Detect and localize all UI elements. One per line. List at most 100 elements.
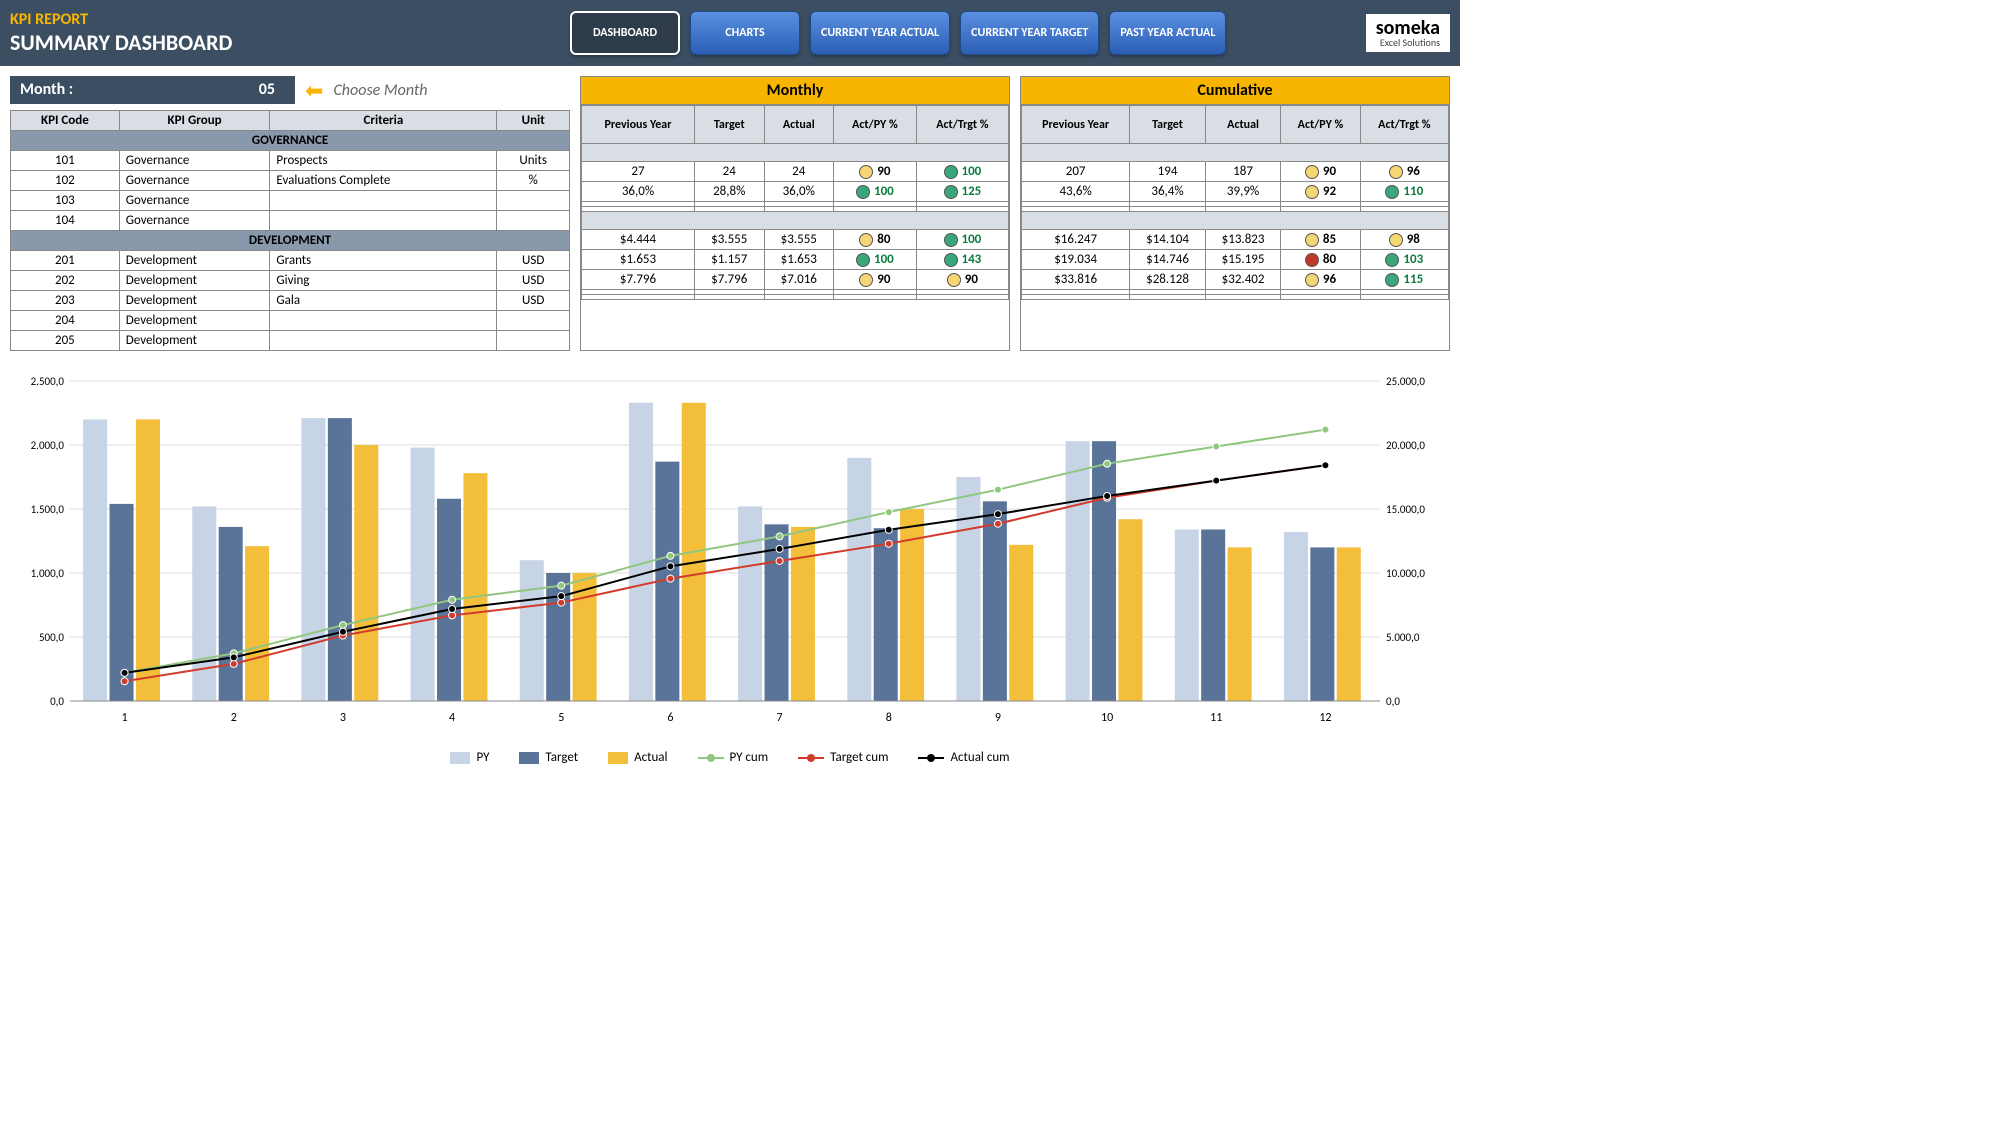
status-dot: [944, 233, 958, 247]
status-dot: [856, 185, 870, 199]
month-label: Month :: [10, 76, 239, 104]
nav-py-actual[interactable]: PAST YEAR ACTUAL: [1109, 11, 1226, 55]
nav-cy-target[interactable]: CURRENT YEAR TARGET: [960, 11, 1099, 55]
svg-text:7: 7: [777, 711, 783, 725]
monthly-title: Monthly: [581, 77, 1009, 105]
svg-text:4: 4: [449, 711, 455, 725]
chart-container: 0,00,0500,05.000,01.000,010.000,01.500,0…: [10, 361, 1450, 769]
status-dot: [856, 253, 870, 267]
svg-text:25.000,0: 25.000,0: [1386, 375, 1425, 388]
table-row: $4.444$3.555$3.555 80 100: [582, 230, 1009, 250]
svg-text:1.000,0: 1.000,0: [31, 567, 65, 580]
col-header: Criteria: [270, 111, 497, 131]
table-row: [1022, 295, 1449, 300]
legend-item: Actual: [608, 750, 667, 765]
page-subtitle: SUMMARY DASHBOARD: [10, 29, 570, 56]
status-dot: [1385, 253, 1399, 267]
cumulative-title: Cumulative: [1021, 77, 1449, 105]
svg-text:1: 1: [122, 711, 128, 725]
logo: someka Excel Solutions: [1366, 14, 1450, 52]
svg-text:2.500,0: 2.500,0: [31, 375, 65, 388]
status-dot: [1385, 273, 1399, 287]
svg-text:15.000,0: 15.000,0: [1386, 503, 1425, 516]
col-header: Actual: [764, 106, 834, 144]
col-header: Actual: [1205, 106, 1281, 144]
table-row: 272424 90 100: [582, 162, 1009, 182]
svg-text:5.000,0: 5.000,0: [1386, 631, 1420, 644]
table-row: $1.653$1.157$1.653 100 143: [582, 250, 1009, 270]
status-dot: [1385, 185, 1399, 199]
table-row: 204Development: [11, 311, 570, 331]
status-dot: [944, 253, 958, 267]
col-header: Previous Year: [582, 106, 695, 144]
group-header: DEVELOPMENT: [11, 231, 570, 251]
status-dot: [1389, 233, 1403, 247]
month-selector[interactable]: Month : 05: [10, 76, 295, 104]
table-row: 203DevelopmentGalaUSD: [11, 291, 570, 311]
svg-text:0,0: 0,0: [1386, 695, 1400, 708]
table-row: [582, 295, 1009, 300]
status-dot: [1389, 165, 1403, 179]
table-row: $33.816$28.128$32.402 96 115: [1022, 270, 1449, 290]
table-row: 36,0%28,8%36,0% 100 125: [582, 182, 1009, 202]
chart-legend: PYTargetActual.ln[style*='#8fc77f']::aft…: [10, 746, 1450, 769]
table-row: 207194187 90 96: [1022, 162, 1449, 182]
legend-item: PY: [450, 750, 489, 765]
nav-charts[interactable]: CHARTS: [690, 11, 800, 55]
svg-text:2: 2: [231, 711, 237, 725]
kpi-left-panel: Month : 05 ⬅ Choose Month KPI CodeKPI Gr…: [10, 76, 570, 351]
group-header: GOVERNANCE: [11, 131, 570, 151]
legend-item: .ln[style*='#8fc77f']::after{background:…: [698, 750, 769, 765]
svg-text:11: 11: [1210, 711, 1222, 725]
col-header: Act/Trgt %: [916, 106, 1008, 144]
svg-text:12: 12: [1319, 711, 1331, 725]
status-dot: [1305, 165, 1319, 179]
logo-text: someka: [1376, 18, 1440, 38]
col-header: Act/Trgt %: [1360, 106, 1448, 144]
legend-item: .ln[style*='#000000']::after{background:…: [918, 750, 1009, 765]
col-header: Unit: [497, 111, 570, 131]
table-row: 101GovernanceProspectsUnits: [11, 151, 570, 171]
table-row: 205Development: [11, 331, 570, 351]
month-value: 05: [239, 76, 295, 104]
cumulative-block: Cumulative Previous YearTargetActualAct/…: [1020, 76, 1450, 351]
table-row: 104Governance: [11, 211, 570, 231]
monthly-table: Previous YearTargetActualAct/PY %Act/Trg…: [581, 105, 1009, 300]
status-dot: [859, 233, 873, 247]
col-header: Target: [1130, 106, 1206, 144]
table-row: 103Governance: [11, 191, 570, 211]
table-row: 43,6%36,4%39,9% 92 110: [1022, 182, 1449, 202]
col-header: KPI Group: [119, 111, 270, 131]
table-row: $19.034$14.746$15.195 80 103: [1022, 250, 1449, 270]
status-dot: [1305, 253, 1319, 267]
status-dot: [859, 165, 873, 179]
table-row: 102GovernanceEvaluations Complete%: [11, 171, 570, 191]
status-dot: [1305, 273, 1319, 287]
arrow-left-icon: ⬅: [305, 77, 323, 104]
status-dot: [1305, 233, 1319, 247]
nav-dashboard[interactable]: DASHBOARD: [570, 11, 680, 55]
nav-cy-actual[interactable]: CURRENT YEAR ACTUAL: [810, 11, 950, 55]
col-header: Target: [694, 106, 764, 144]
monthly-block: Monthly Previous YearTargetActualAct/PY …: [580, 76, 1010, 351]
nav-buttons: DASHBOARD CHARTS CURRENT YEAR ACTUAL CUR…: [570, 11, 1226, 55]
table-row: 201DevelopmentGrantsUSD: [11, 251, 570, 271]
cumulative-table: Previous YearTargetActualAct/PY %Act/Trg…: [1021, 105, 1449, 300]
status-dot: [944, 185, 958, 199]
header-bar: KPI REPORT SUMMARY DASHBOARD DASHBOARD C…: [0, 0, 1460, 66]
col-header: Act/PY %: [834, 106, 917, 144]
status-dot: [1305, 185, 1319, 199]
svg-text:20.000,0: 20.000,0: [1386, 439, 1425, 452]
col-header: KPI Code: [11, 111, 120, 131]
kpi-table: KPI CodeKPI GroupCriteriaUnitGOVERNANCE1…: [10, 110, 570, 351]
table-row: $16.247$14.104$13.823 85 98: [1022, 230, 1449, 250]
svg-text:2.000,0: 2.000,0: [31, 439, 65, 452]
svg-text:9: 9: [995, 711, 1001, 725]
kpi-report-title: KPI REPORT: [10, 10, 570, 29]
logo-sub: Excel Solutions: [1380, 38, 1440, 48]
svg-text:6: 6: [667, 711, 673, 725]
svg-text:8: 8: [886, 711, 892, 725]
col-header: Previous Year: [1022, 106, 1130, 144]
svg-text:3: 3: [340, 711, 346, 725]
table-row: 202DevelopmentGivingUSD: [11, 271, 570, 291]
